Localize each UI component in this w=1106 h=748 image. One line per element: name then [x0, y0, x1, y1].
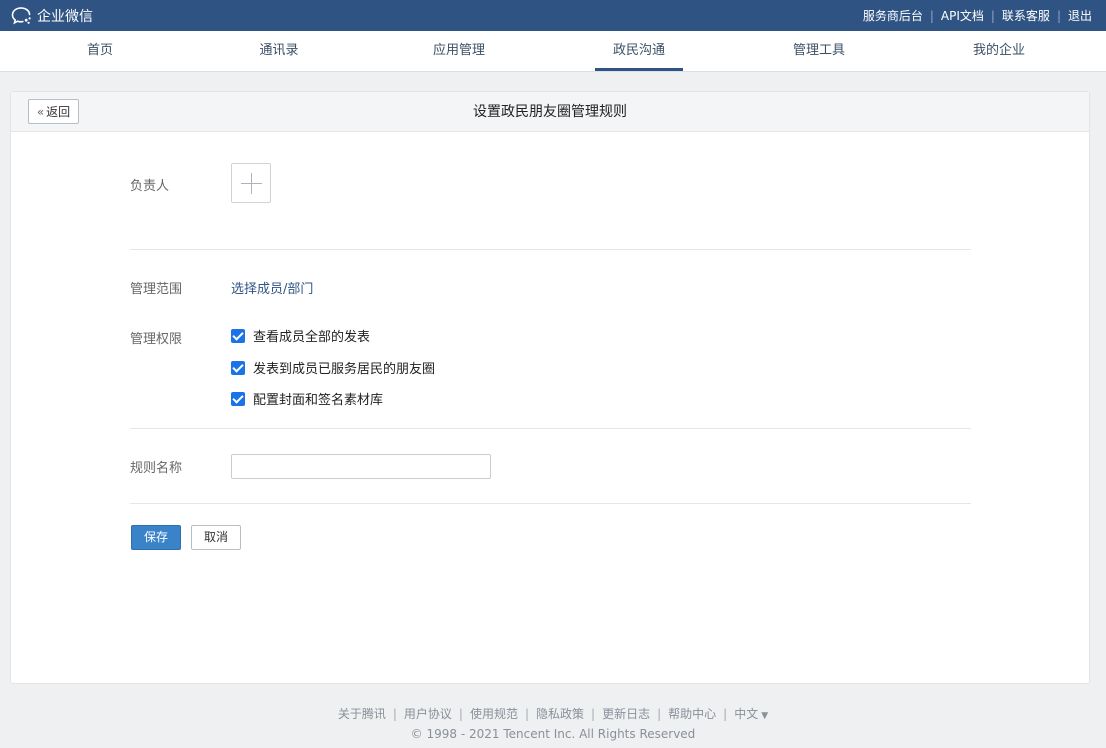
brand-name: 企业微信 [37, 8, 93, 25]
nav-my-enterprise[interactable]: 我的企业 [909, 31, 1089, 71]
card-header: 设置政民朋友圈管理规则 « 返回 [11, 92, 1089, 132]
checkbox-checked[interactable] [231, 328, 245, 343]
separator: | [723, 707, 728, 721]
divider [130, 428, 971, 429]
permission-label: 配置封面和签名素材库 [253, 393, 384, 408]
language-label: 中文 [734, 707, 759, 721]
footer-link-privacy[interactable]: 隐私政策 [536, 707, 584, 721]
footer-links: 关于腾讯 | 用户协议 | 使用规范 | 隐私政策 | 更新日志 | 帮助中心 | 中文 ▼ [0, 705, 1106, 722]
api-docs-link[interactable]: API文档 [941, 7, 984, 24]
separator: | [1056, 8, 1061, 23]
separator: | [657, 707, 662, 721]
wework-logo-icon [11, 6, 31, 24]
separator: | [392, 707, 397, 721]
footer-link-changelog[interactable]: 更新日志 [602, 707, 650, 721]
back-button-label: 返回 [46, 105, 71, 119]
separator: | [990, 8, 995, 23]
top-links: 服务商后台 | API文档 | 联系客服 | 退出 [863, 0, 1092, 31]
provider-portal-link[interactable]: 服务商后台 [863, 7, 923, 24]
separator: | [591, 707, 596, 721]
select-members-link[interactable]: 选择成员/部门 [231, 278, 313, 297]
nav-contacts[interactable]: 通讯录 [189, 31, 369, 71]
permission-label: 查看成员全部的发表 [253, 330, 371, 345]
permission-view-all-posts[interactable]: 查看成员全部的发表 [231, 326, 370, 345]
top-bar: 企业微信 服务商后台 | API文档 | 联系客服 | 退出 [0, 0, 1106, 31]
footer-link-user-agreement[interactable]: 用户协议 [404, 707, 452, 721]
nav-management-tools[interactable]: 管理工具 [729, 31, 909, 71]
nav-home[interactable]: 首页 [10, 31, 190, 71]
page-title: 设置政民朋友圈管理规则 [473, 104, 627, 120]
separator: | [929, 8, 934, 23]
logout-link[interactable]: 退出 [1068, 7, 1092, 24]
language-selector[interactable]: 中文 ▼ [734, 707, 768, 721]
cancel-button[interactable]: 取消 [191, 525, 241, 550]
copyright: © 1998 - 2021 Tencent Inc. All Rights Re… [410, 727, 696, 741]
permission-post-to-moments[interactable]: 发表到成员已服务居民的朋友圈 [231, 358, 435, 377]
double-chevron-left-icon: « [36, 104, 45, 119]
owner-label: 负责人 [130, 179, 170, 194]
main-nav: 首页 通讯录 应用管理 政民沟通 管理工具 我的企业 [0, 31, 1106, 72]
separator: | [458, 707, 463, 721]
contact-support-link[interactable]: 联系客服 [1002, 7, 1050, 24]
divider [130, 249, 971, 250]
permission-label: 发表到成员已服务居民的朋友圈 [253, 362, 436, 377]
back-button[interactable]: « 返回 [28, 99, 79, 124]
nav-app-management[interactable]: 应用管理 [369, 31, 549, 71]
settings-card: 设置政民朋友圈管理规则 « 返回 负责人 管理范围 选择成员/部门 管理权限 查… [10, 91, 1090, 684]
rule-name-label: 规则名称 [130, 461, 183, 476]
permission-configure-materials[interactable]: 配置封面和签名素材库 [231, 389, 383, 408]
scope-label: 管理范围 [130, 282, 183, 297]
add-owner-button[interactable] [231, 163, 271, 203]
caret-down-icon: ▼ [761, 711, 769, 721]
separator: | [524, 707, 530, 721]
footer-link-help-center[interactable]: 帮助中心 [668, 707, 716, 721]
nav-government-communication[interactable]: 政民沟通 [549, 31, 729, 71]
checkbox-checked[interactable] [231, 391, 245, 406]
save-button[interactable]: 保存 [131, 525, 181, 550]
footer-link-about[interactable]: 关于腾讯 [338, 707, 386, 721]
permissions-label: 管理权限 [130, 332, 183, 347]
brand[interactable]: 企业微信 [11, 5, 93, 26]
checkbox-checked[interactable] [231, 360, 245, 375]
rule-name-input[interactable] [231, 454, 491, 479]
footer-link-usage-rules[interactable]: 使用规范 [470, 707, 518, 721]
divider [130, 503, 971, 504]
